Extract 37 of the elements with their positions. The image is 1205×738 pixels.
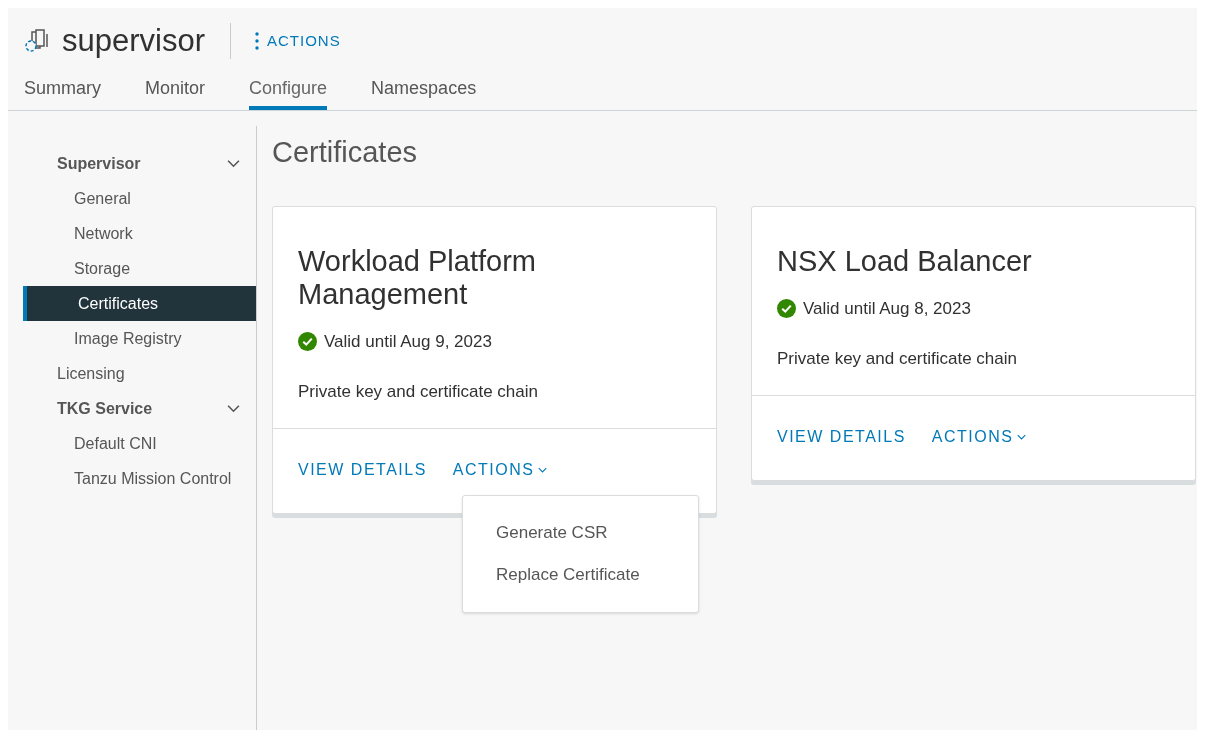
supervisor-icon <box>24 29 50 53</box>
sidebar-item[interactable]: Image Registry <box>23 321 256 356</box>
page-title: Certificates <box>272 135 419 170</box>
sidebar-item[interactable]: Tanzu Mission Control <box>23 461 256 496</box>
chevron-icon <box>227 404 240 413</box>
status-text: Valid until Aug 8, 2023 <box>803 298 971 320</box>
caret-icon <box>538 467 548 473</box>
sidebar-item[interactable]: Default CNI <box>23 426 256 461</box>
sidebar-item[interactable]: Supervisor <box>23 146 256 181</box>
view-details-link[interactable]: VIEW DETAILS <box>777 425 906 449</box>
tab[interactable]: Namespaces <box>371 70 477 110</box>
actions-dropdown-button[interactable]: ACTIONS <box>452 458 548 482</box>
actions-button[interactable]: ACTIONS <box>255 29 341 53</box>
tab[interactable]: Configure <box>249 70 328 110</box>
status-text: Valid until Aug 9, 2023 <box>324 331 492 353</box>
more-vertical-icon <box>255 32 259 50</box>
chevron-icon <box>227 159 240 168</box>
menu-item[interactable]: Generate CSR <box>463 512 698 554</box>
caret-icon <box>1017 434 1027 440</box>
card-description: Private key and certificate chain <box>777 347 1018 370</box>
card-title: NSX Load Balancer <box>777 245 1033 278</box>
sidebar-item[interactable]: TKG Service <box>23 391 256 426</box>
tab[interactable]: Summary <box>24 70 101 110</box>
sidebar-item[interactable]: Licensing <box>23 356 256 391</box>
tab[interactable]: Monitor <box>145 70 206 110</box>
sidebar-item[interactable]: Certificates <box>23 286 256 321</box>
check-circle-icon <box>777 299 796 319</box>
actions-dropdown-button[interactable]: ACTIONS <box>931 425 1027 449</box>
card-title: Workload Platform Management <box>298 245 537 311</box>
sidebar-item[interactable]: Storage <box>23 251 256 286</box>
menu-item[interactable]: Replace Certificate <box>463 554 698 596</box>
card-description: Private key and certificate chain <box>298 380 539 403</box>
sidebar-item[interactable]: General <box>23 181 256 216</box>
page-header-title: supervisor <box>62 21 205 60</box>
view-details-link[interactable]: VIEW DETAILS <box>298 458 427 482</box>
sidebar-item[interactable]: Network <box>23 216 256 251</box>
check-circle-icon <box>298 332 317 352</box>
